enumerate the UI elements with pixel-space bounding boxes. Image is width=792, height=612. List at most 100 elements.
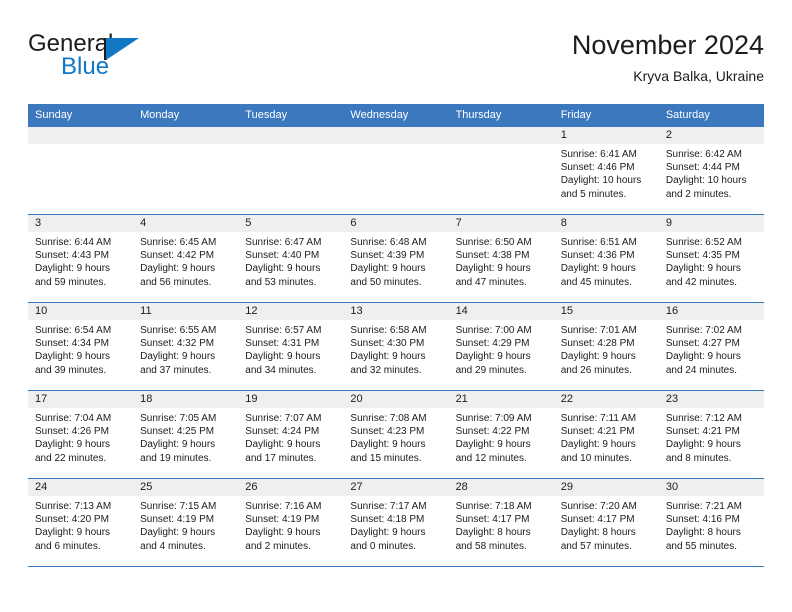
day-details: Sunrise: 7:02 AM Sunset: 4:27 PM Daylight:… [659,320,764,377]
day-number [133,127,239,144]
day-number: 15 [553,303,659,320]
day-details: Sunrise: 6:55 AM Sunset: 4:32 PM Daylight:… [133,320,238,377]
daylight-text-line2: and 57 minutes. [560,540,632,552]
day-number: 2 [658,127,764,144]
calendar-day-cell[interactable]: 24 Sunrise: 7:13 AM Sunset: 4:20 PM Dayligh… [28,478,134,567]
calendar-day-cell[interactable]: 9 Sunrise: 6:52 AM Sunset: 4:35 PM Daylight… [658,214,764,303]
calendar-day-cell[interactable]: 15 Sunrise: 7:01 AM Sunset: 4:28 PM Dayligh… [553,302,659,391]
daylight-text-line2: and 37 minutes. [140,364,212,376]
day-number: 28 [448,479,554,496]
calendar-day-cell[interactable]: 27 Sunrise: 7:17 AM Sunset: 4:18 PM Dayligh… [343,478,449,567]
sunrise-text: Sunrise: 7:12 AM [665,413,742,424]
weekday-header-sunday: Sunday [28,104,134,127]
calendar-grid: Sunday Monday Tuesday Wednesday Thursday… [28,104,764,567]
calendar-day-cell[interactable]: 10 Sunrise: 6:54 AM Sunset: 4:34 PM Dayligh… [28,302,134,391]
daylight-text-line2: and 39 minutes. [35,364,107,376]
calendar-day-cell[interactable]: 20 Sunrise: 7:08 AM Sunset: 4:23 PM Dayligh… [343,390,449,479]
calendar-week-row: 1 Sunrise: 6:41 AM Sunset: 4:46 PM Daylight… [28,127,764,215]
sunrise-text: Sunrise: 7:07 AM [245,413,322,424]
sunset-text: Sunset: 4:26 PM [35,426,109,438]
day-number: 12 [238,303,344,320]
day-number: 25 [133,479,239,496]
calendar-day-cell[interactable]: 2 Sunrise: 6:42 AM Sunset: 4:44 PM Daylight… [658,127,764,215]
calendar-day-cell[interactable]: 22 Sunrise: 7:11 AM Sunset: 4:21 PM Dayligh… [553,390,659,479]
sunrise-text: Sunrise: 6:57 AM [245,325,322,336]
day-number: 23 [658,391,764,408]
sunrise-text: Sunrise: 7:11 AM [560,413,637,424]
day-details: Sunrise: 6:52 AM Sunset: 4:35 PM Daylight:… [659,232,764,289]
weekday-header-thursday: Thursday [448,104,554,127]
day-number: 6 [343,215,449,232]
calendar-day-cell[interactable]: 25 Sunrise: 7:15 AM Sunset: 4:19 PM Dayligh… [133,478,239,567]
calendar-day-cell[interactable]: 3 Sunrise: 6:44 AM Sunset: 4:43 PM Daylight… [28,214,134,303]
sunrise-text: Sunrise: 7:15 AM [140,501,217,512]
day-details: Sunrise: 7:18 AM Sunset: 4:17 PM Daylight:… [449,496,554,553]
calendar-day-cell[interactable]: 28 Sunrise: 7:18 AM Sunset: 4:17 PM Dayligh… [448,478,554,567]
day-details: Sunrise: 7:12 AM Sunset: 4:21 PM Daylight:… [659,408,764,465]
calendar-day-cell[interactable]: 1 Sunrise: 6:41 AM Sunset: 4:46 PM Daylight… [553,127,659,215]
calendar-day-cell[interactable]: 29 Sunrise: 7:20 AM Sunset: 4:17 PM Dayligh… [553,478,659,567]
page-title: November 2024 [571,30,764,60]
weekday-header-tuesday: Tuesday [238,104,344,127]
daylight-text-line1: Daylight: 9 hours [35,351,111,363]
calendar-day-cell[interactable]: 26 Sunrise: 7:16 AM Sunset: 4:19 PM Dayligh… [238,478,344,567]
daylight-text-line1: Daylight: 9 hours [35,263,111,275]
day-number: 1 [553,127,659,144]
calendar-day-cell[interactable]: 17 Sunrise: 7:04 AM Sunset: 4:26 PM Dayligh… [28,390,134,479]
sunset-text: Sunset: 4:40 PM [245,250,320,262]
daylight-text-line1: Daylight: 9 hours [350,263,426,275]
sunset-text: Sunset: 4:38 PM [455,250,530,262]
calendar-day-cell[interactable]: 7 Sunrise: 6:50 AM Sunset: 4:38 PM Daylight… [448,214,554,303]
daylight-text-line2: and 24 minutes. [665,364,738,376]
daylight-text-line1: Daylight: 9 hours [35,527,111,539]
day-details: Sunrise: 7:15 AM Sunset: 4:19 PM Daylight:… [133,496,238,553]
calendar-day-cell[interactable]: 19 Sunrise: 7:07 AM Sunset: 4:24 PM Dayligh… [238,390,344,479]
sunrise-text: Sunrise: 7:16 AM [245,501,322,512]
calendar-day-cell[interactable]: 30 Sunrise: 7:21 AM Sunset: 4:16 PM Dayligh… [658,478,764,567]
daylight-text-line2: and 42 minutes. [665,276,738,288]
weekday-header-row: Sunday Monday Tuesday Wednesday Thursday… [28,104,764,127]
daylight-text-line1: Daylight: 9 hours [560,351,636,363]
calendar-day-cell[interactable]: 4 Sunrise: 6:45 AM Sunset: 4:42 PM Daylight… [133,214,239,303]
day-details: Sunrise: 6:44 AM Sunset: 4:43 PM Daylight:… [28,232,133,289]
daylight-text-line1: Daylight: 9 hours [665,263,741,275]
daylight-text-line2: and 2 minutes. [245,540,311,552]
calendar-day-cell[interactable]: 21 Sunrise: 7:09 AM Sunset: 4:22 PM Dayligh… [448,390,554,479]
calendar-day-cell[interactable]: 23 Sunrise: 7:12 AM Sunset: 4:21 PM Dayligh… [658,390,764,479]
sunset-text: Sunset: 4:21 PM [665,426,740,438]
calendar-day-cell[interactable]: 8 Sunrise: 6:51 AM Sunset: 4:36 PM Daylight… [553,214,659,303]
calendar-day-cell[interactable]: 18 Sunrise: 7:05 AM Sunset: 4:25 PM Dayligh… [133,390,239,479]
calendar-day-cell[interactable]: 12 Sunrise: 6:57 AM Sunset: 4:31 PM Dayligh… [238,302,344,391]
sunset-text: Sunset: 4:42 PM [140,250,215,262]
day-number: 29 [553,479,659,496]
sunset-text: Sunset: 4:29 PM [455,338,530,350]
day-details: Sunrise: 7:08 AM Sunset: 4:23 PM Daylight:… [343,408,448,465]
location-subtitle: Kryva Balka, Ukraine [633,68,764,84]
day-details: Sunrise: 6:42 AM Sunset: 4:44 PM Daylight:… [659,144,764,201]
sunrise-text: Sunrise: 7:08 AM [350,413,427,424]
daylight-text-line2: and 29 minutes. [455,364,527,376]
calendar-cell-empty [133,127,239,215]
daylight-text-line2: and 53 minutes. [245,276,317,288]
sunrise-text: Sunrise: 7:21 AM [665,501,742,512]
daylight-text-line1: Daylight: 10 hours [560,175,642,187]
calendar-week-row: 17 Sunrise: 7:04 AM Sunset: 4:26 PM Dayligh… [28,390,764,479]
sunset-text: Sunset: 4:18 PM [350,514,425,526]
calendar-day-cell[interactable]: 6 Sunrise: 6:48 AM Sunset: 4:39 PM Daylight… [343,214,449,303]
daylight-text-line1: Daylight: 9 hours [350,527,426,539]
weekday-header-saturday: Saturday [658,104,764,127]
day-number: 18 [133,391,239,408]
brand-logo[interactable]: General Blue [28,30,258,88]
day-details: Sunrise: 7:17 AM Sunset: 4:18 PM Daylight:… [343,496,448,553]
calendar-day-cell[interactable]: 14 Sunrise: 7:00 AM Sunset: 4:29 PM Dayligh… [448,302,554,391]
day-details: Sunrise: 7:20 AM Sunset: 4:17 PM Daylight:… [554,496,659,553]
day-number: 21 [448,391,554,408]
calendar-day-cell[interactable]: 16 Sunrise: 7:02 AM Sunset: 4:27 PM Dayligh… [658,302,764,391]
calendar-day-cell[interactable]: 5 Sunrise: 6:47 AM Sunset: 4:40 PM Daylight… [238,214,344,303]
calendar-day-cell[interactable]: 11 Sunrise: 6:55 AM Sunset: 4:32 PM Dayligh… [133,302,239,391]
daylight-text-line2: and 19 minutes. [140,452,212,464]
daylight-text-line2: and 26 minutes. [560,364,632,376]
sunrise-text: Sunrise: 7:01 AM [560,325,637,336]
calendar-day-cell[interactable]: 13 Sunrise: 6:58 AM Sunset: 4:30 PM Dayligh… [343,302,449,391]
sunrise-text: Sunrise: 6:48 AM [350,237,427,248]
